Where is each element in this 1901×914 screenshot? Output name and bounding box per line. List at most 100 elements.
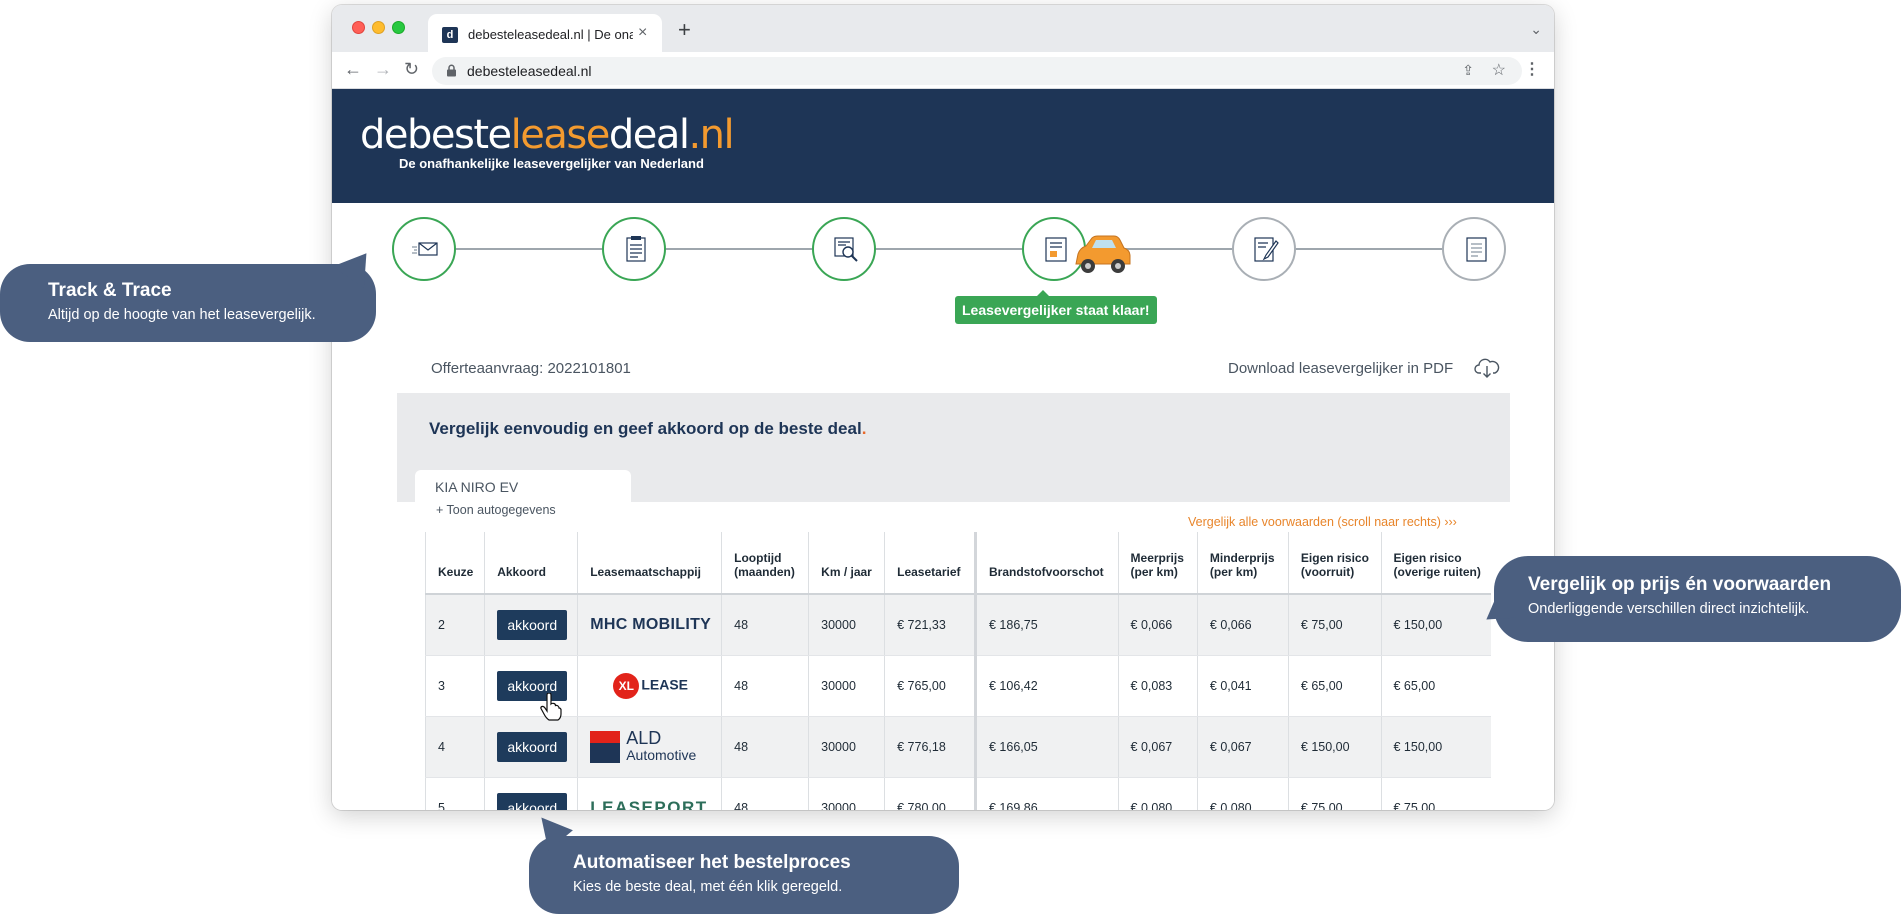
table-row: 5 akkoord LEASEPORT 48 30000 € 780,00 € … — [425, 777, 1491, 810]
callout-vergelijk: Vergelijk op prijs én voorwaarden Onderl… — [1494, 556, 1901, 642]
col-eigen-risico-voorruit: Eigen risico (voorruit) — [1287, 532, 1381, 595]
cell-akkoord: akkoord — [484, 716, 578, 778]
logo-text-lease: lease — [510, 112, 611, 158]
browser-tab[interactable]: d debesteleasedeal.nl | De onafhankelijk… — [428, 14, 662, 57]
close-tab-icon[interactable]: × — [638, 24, 647, 42]
callout-auto-sub: Kies de beste deal, met één klik geregel… — [573, 879, 843, 895]
akkoord-button[interactable]: akkoord — [497, 792, 568, 810]
table-header-row: Keuze Akkoord Leasemaatschappij Looptijd… — [425, 532, 1491, 595]
site-header: debesteleasedeal.nl De onafhankelijke le… — [332, 89, 1554, 203]
cell-meerprijs: € 0,066 — [1117, 594, 1198, 656]
col-keuze: Keuze — [425, 532, 485, 595]
cell-keuze: 3 — [425, 655, 485, 717]
reload-icon[interactable]: ↻ — [404, 59, 419, 80]
cell-looptijd: 48 — [721, 655, 809, 717]
share-icon[interactable]: ⇪ — [1462, 62, 1474, 79]
col-akkoord: Akkoord — [484, 532, 578, 595]
cell-risico-overige: € 75,00 — [1380, 777, 1491, 810]
car-icon — [1070, 234, 1134, 285]
new-tab-icon[interactable]: + — [678, 17, 691, 43]
heading-dot: . — [861, 419, 867, 438]
col-looptijd: Looptijd (maanden) — [721, 532, 809, 595]
url-text: debesteleasedeal.nl — [467, 63, 592, 79]
cell-brandstof: € 186,75 — [974, 594, 1119, 656]
cell-risico-voorruit: € 65,00 — [1287, 655, 1381, 717]
cell-lessor: LEASEPORT — [577, 777, 722, 810]
col-minderprijs: Minderprijs (per km) — [1196, 532, 1289, 595]
cell-keuze: 4 — [425, 716, 485, 778]
callout-vergelijk-sub: Onderliggende verschillen direct inzicht… — [1528, 601, 1810, 617]
col-leasetarief: Leasetarief — [884, 532, 976, 595]
col-minderprijs-line1: Minderprijs — [1209, 551, 1275, 565]
logo-text-nl: .nl — [688, 112, 734, 158]
car-model-label: KIA NIRO EV — [435, 479, 519, 495]
status-badge: Leasevergelijker staat klaar! — [955, 290, 1157, 324]
ald-text: ALD Automotive — [626, 727, 697, 764]
step-document-list — [602, 217, 666, 281]
offer-number: Offerteaanvraag: 2022101801 — [431, 360, 631, 377]
cell-km: 30000 — [808, 777, 885, 810]
cell-tarief: € 780,00 — [884, 777, 976, 810]
hand-pointer-icon — [540, 693, 562, 721]
cell-tarief: € 721,33 — [884, 594, 976, 656]
logo-text-debeste: debeste — [360, 112, 512, 158]
col-looptijd-line1: Looptijd — [734, 551, 782, 565]
cell-km: 30000 — [808, 594, 885, 656]
cell-km: 30000 — [808, 716, 885, 778]
forward-icon[interactable]: → — [374, 59, 392, 80]
comparison-panel: Vergelijk eenvoudig en geef akkoord op d… — [397, 393, 1510, 502]
cell-minderprijs: € 0,080 — [1196, 777, 1289, 810]
cell-brandstof: € 169,86 — [974, 777, 1119, 810]
ald-sub: Automotive — [626, 746, 697, 763]
col-meerprijs-line1: Meerprijs — [1130, 551, 1184, 565]
browser-menu-icon[interactable]: ⋮ — [1524, 59, 1540, 79]
maximize-window-button[interactable] — [392, 21, 405, 34]
web-page: debesteleasedeal.nl De onafhankelijke le… — [332, 89, 1554, 810]
col-risico2-line1: Eigen risico — [1393, 551, 1462, 565]
browser-toolbar: ← → ↻ debesteleasedeal.nl ⇪ ☆ ⋮ — [332, 52, 1554, 89]
callout-track-title: Track & Trace — [48, 280, 172, 301]
cell-risico-voorruit: € 75,00 — [1287, 594, 1381, 656]
show-car-details-link[interactable]: + Toon autogegevens — [436, 503, 556, 517]
back-icon[interactable]: ← — [344, 59, 362, 80]
comparison-table-wrapper[interactable]: Keuze Akkoord Leasemaatschappij Looptijd… — [425, 532, 1491, 810]
envelope-icon — [412, 242, 438, 256]
callout-automatiseer: Automatiseer het bestelproces Kies de be… — [529, 836, 959, 914]
close-window-button[interactable] — [352, 21, 365, 34]
col-minderprijs-line2: (per km) — [1209, 565, 1258, 579]
bookmark-star-icon[interactable]: ☆ — [1492, 60, 1506, 80]
cell-akkoord: akkoord — [484, 777, 578, 810]
compare-all-conditions-link[interactable]: Vergelijk alle voorwaarden (scroll naar … — [1188, 515, 1457, 529]
cell-akkoord: akkoord — [484, 655, 578, 717]
cell-keuze: 5 — [425, 777, 485, 810]
cell-risico-overige: € 150,00 — [1380, 716, 1491, 778]
cell-keuze: 2 — [425, 594, 485, 656]
col-leasemaatschappij: Leasemaatschappij — [577, 532, 722, 595]
cloud-download-icon[interactable] — [1474, 357, 1500, 379]
lessor-logo-ald: ALD Automotive — [590, 727, 711, 764]
site-logo[interactable]: debesteleasedeal.nl — [360, 112, 735, 158]
lock-icon — [447, 64, 456, 77]
cell-minderprijs: € 0,067 — [1196, 716, 1289, 778]
col-meerprijs: Meerprijs (per km) — [1117, 532, 1198, 595]
download-pdf-link[interactable]: Download leasevergelijker in PDF — [1228, 360, 1453, 377]
minimize-window-button[interactable] — [372, 21, 385, 34]
comparison-heading: Vergelijk eenvoudig en geef akkoord op d… — [429, 419, 866, 439]
tab-title: debesteleasedeal.nl | De onafhankelijke — [468, 27, 633, 42]
lessor-logo-xllease: LEASE — [641, 675, 689, 692]
address-bar[interactable]: debesteleasedeal.nl ⇪ ☆ — [432, 57, 1522, 85]
akkoord-button[interactable]: akkoord — [497, 609, 568, 640]
tab-car-model[interactable]: KIA NIRO EV — [415, 470, 631, 502]
chevron-down-icon[interactable]: ⌄ — [1530, 21, 1542, 38]
akkoord-button[interactable]: akkoord — [497, 731, 568, 762]
callout-track-sub: Altijd op de hoogte van het leasevergeli… — [48, 307, 316, 323]
cell-lessor: XL LEASE — [577, 655, 722, 717]
cell-meerprijs: € 0,080 — [1117, 777, 1198, 810]
ald-name: ALD — [626, 727, 662, 748]
cell-lessor: ALD Automotive — [577, 716, 722, 778]
callout-vergelijk-title: Vergelijk op prijs én voorwaarden — [1528, 574, 1832, 595]
favicon-icon: d — [442, 27, 458, 43]
callout-auto-title: Automatiseer het bestelproces — [573, 852, 851, 873]
table-row: 3 akkoord XL LEASE 48 30000 € 765,00 € 10… — [425, 655, 1491, 717]
cell-risico-overige: € 65,00 — [1380, 655, 1491, 717]
